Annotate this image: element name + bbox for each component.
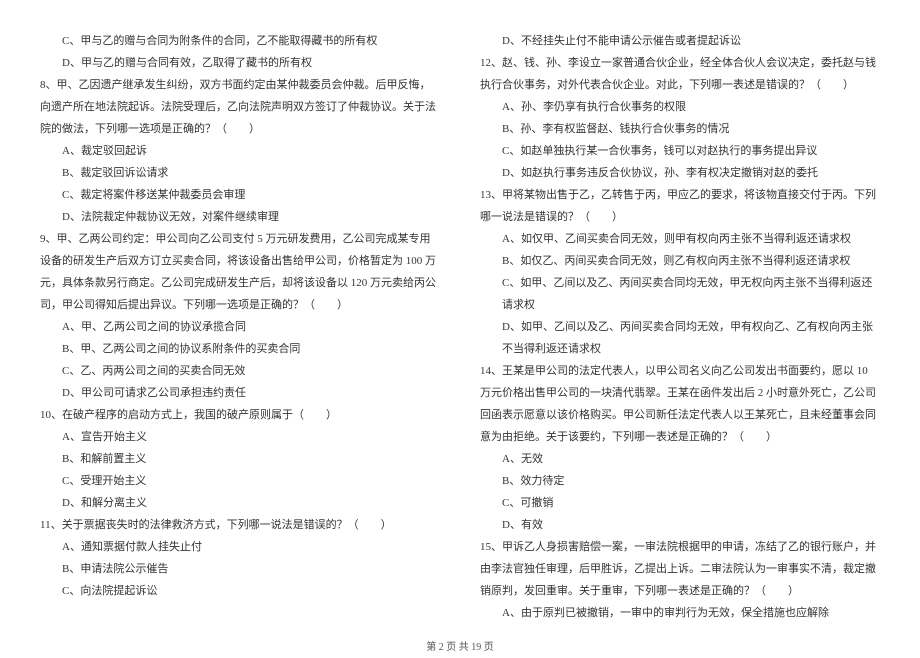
q12-option-b: B、孙、李有权监督赵、钱执行合伙事务的情况 bbox=[480, 118, 880, 140]
q12-option-d: D、如赵执行事务违反合伙协议，孙、李有权决定撤销对赵的委托 bbox=[480, 162, 880, 184]
q12-stem: 12、赵、钱、孙、李设立一家普通合伙企业，经全体合伙人会议决定，委托赵与钱执行合… bbox=[480, 52, 880, 96]
q15-option-a: A、由于原判已被撤销，一审中的审判行为无效，保全措施也应解除 bbox=[480, 602, 880, 624]
q10-option-c: C、受理开始主义 bbox=[40, 470, 440, 492]
exam-page: C、甲与乙的赠与合同为附条件的合同，乙不能取得藏书的所有权 D、甲与乙的赠与合同… bbox=[0, 0, 920, 634]
q9-option-c: C、乙、丙两公司之间的买卖合同无效 bbox=[40, 360, 440, 382]
q7-option-c: C、甲与乙的赠与合同为附条件的合同，乙不能取得藏书的所有权 bbox=[40, 30, 440, 52]
q11-option-a: A、通知票据付款人挂失止付 bbox=[40, 536, 440, 558]
q10-stem: 10、在破产程序的启动方式上，我国的破产原则属于（ ） bbox=[40, 404, 440, 426]
q8-option-b: B、裁定驳回诉讼请求 bbox=[40, 162, 440, 184]
q8-option-c: C、裁定将案件移送某仲裁委员会审理 bbox=[40, 184, 440, 206]
q14-option-a: A、无效 bbox=[480, 448, 880, 470]
q14-option-c: C、可撤销 bbox=[480, 492, 880, 514]
q15-stem: 15、甲诉乙人身损害赔偿一案，一审法院根据甲的申请，冻结了乙的银行账户，并由李法… bbox=[480, 536, 880, 602]
q13-option-b: B、如仅乙、丙间买卖合同无效，则乙有权向丙主张不当得利返还请求权 bbox=[480, 250, 880, 272]
q10-option-b: B、和解前置主义 bbox=[40, 448, 440, 470]
q14-option-d: D、有效 bbox=[480, 514, 880, 536]
q11-stem: 11、关于票据丧失时的法律救济方式，下列哪一说法是错误的？（ ） bbox=[40, 514, 440, 536]
q10-option-a: A、宣告开始主义 bbox=[40, 426, 440, 448]
q11-option-d: D、不经挂失止付不能申请公示催告或者提起诉讼 bbox=[480, 30, 880, 52]
q8-option-a: A、裁定驳回起诉 bbox=[40, 140, 440, 162]
q10-option-d: D、和解分离主义 bbox=[40, 492, 440, 514]
q12-option-a: A、孙、李仍享有执行合伙事务的权限 bbox=[480, 96, 880, 118]
q8-stem: 8、甲、乙因遗产继承发生纠纷，双方书面约定由某仲裁委员会仲裁。后甲反悔，向遗产所… bbox=[40, 74, 440, 140]
q8-option-d: D、法院裁定仲裁协议无效，对案件继续审理 bbox=[40, 206, 440, 228]
q12-option-c: C、如赵单独执行某一合伙事务，钱可以对赵执行的事务提出异议 bbox=[480, 140, 880, 162]
q11-option-c: C、向法院提起诉讼 bbox=[40, 580, 440, 602]
q14-stem: 14、王某是甲公司的法定代表人，以甲公司名义向乙公司发出书面要约，愿以 10 万… bbox=[480, 360, 880, 448]
q9-option-a: A、甲、乙两公司之间的协议承揽合同 bbox=[40, 316, 440, 338]
q11-option-b: B、申请法院公示催告 bbox=[40, 558, 440, 580]
q9-option-d: D、甲公司可请求乙公司承担违约责任 bbox=[40, 382, 440, 404]
q13-option-c: C、如甲、乙间以及乙、丙间买卖合同均无效，甲无权向丙主张不当得利返还请求权 bbox=[480, 272, 880, 316]
q7-option-d: D、甲与乙的赠与合同有效，乙取得了藏书的所有权 bbox=[40, 52, 440, 74]
page-footer: 第 2 页 共 19 页 bbox=[0, 638, 920, 658]
q13-stem: 13、甲将某物出售于乙，乙转售于丙，甲应乙的要求，将该物直接交付于丙。下列哪一说… bbox=[480, 184, 880, 228]
left-column: C、甲与乙的赠与合同为附条件的合同，乙不能取得藏书的所有权 D、甲与乙的赠与合同… bbox=[40, 30, 440, 624]
q14-option-b: B、效力待定 bbox=[480, 470, 880, 492]
q13-option-a: A、如仅甲、乙间买卖合同无效，则甲有权向丙主张不当得利返还请求权 bbox=[480, 228, 880, 250]
right-column: D、不经挂失止付不能申请公示催告或者提起诉讼 12、赵、钱、孙、李设立一家普通合… bbox=[480, 30, 880, 624]
q13-option-d: D、如甲、乙间以及乙、丙间买卖合同均无效，甲有权向乙、乙有权向丙主张不当得利返还… bbox=[480, 316, 880, 360]
q9-option-b: B、甲、乙两公司之间的协议系附条件的买卖合同 bbox=[40, 338, 440, 360]
q9-stem: 9、甲、乙两公司约定：甲公司向乙公司支付 5 万元研发费用，乙公司完成某专用设备… bbox=[40, 228, 440, 316]
